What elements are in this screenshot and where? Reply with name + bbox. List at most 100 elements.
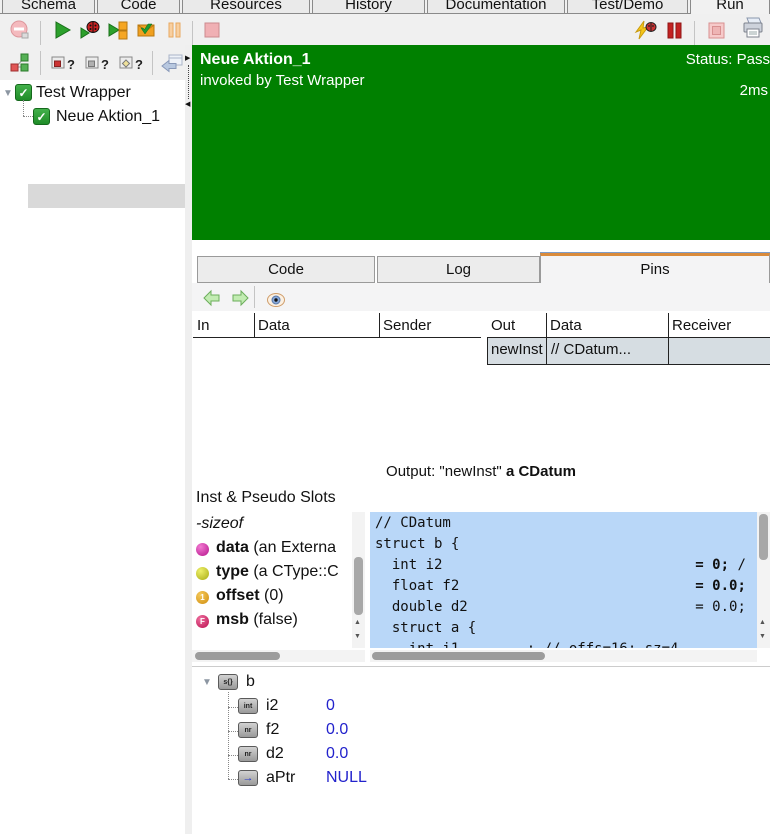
data-slot-icon: [196, 543, 209, 556]
schema-blocks-icon[interactable]: [8, 51, 32, 75]
debug-icon[interactable]: [78, 18, 102, 42]
svg-text:?: ?: [101, 57, 109, 72]
var-root-name[interactable]: b: [246, 673, 255, 691]
expander-down-icon[interactable]: ▼: [202, 678, 212, 688]
prev-pin-icon[interactable]: [200, 286, 224, 310]
status-subtitle: invoked by Test Wrapper: [200, 72, 365, 89]
stop-icon[interactable]: [200, 18, 224, 42]
expander-down-icon[interactable]: ▼: [3, 89, 13, 99]
code-selection[interactable]: // CDatum struct b { int i2 = 0; / float …: [370, 512, 757, 648]
slot-item-sizeof[interactable]: -sizeof: [196, 515, 243, 533]
in-table-header-data: Data: [258, 316, 290, 334]
tab-code-view[interactable]: Code: [197, 256, 375, 283]
var-value[interactable]: 0.0: [326, 745, 348, 763]
output-type: a CDatum: [505, 463, 576, 480]
tab-history[interactable]: History: [312, 0, 425, 14]
in-table-header-in: In: [197, 316, 210, 334]
slot-detail: (0): [259, 587, 284, 604]
splitter-expand-icon[interactable]: ▶: [185, 55, 190, 62]
svg-text:?: ?: [135, 57, 143, 72]
disable-icon[interactable]: [8, 18, 32, 42]
tab-log-view[interactable]: Log: [377, 256, 540, 283]
watch-eye-icon[interactable]: [264, 288, 288, 312]
out-table-row-newinst[interactable]: newInst // CDatum...: [487, 338, 770, 365]
slot-detail: (an Externa: [248, 539, 337, 556]
query-gray-icon[interactable]: ?: [84, 51, 112, 75]
code-hscrollbar[interactable]: [370, 650, 757, 662]
number-type-icon: nr: [238, 746, 258, 762]
scroll-down-icon[interactable]: ▼: [759, 632, 766, 641]
int-type-icon: int: [238, 698, 258, 714]
slots-hscrollbar[interactable]: [192, 650, 365, 662]
out-table-header-out: Out: [491, 316, 516, 334]
slot-name: offset: [216, 587, 260, 604]
tree-item-neue-aktion[interactable]: Neue Aktion_1: [56, 108, 160, 126]
number-type-icon: nr: [238, 722, 258, 738]
code-hscroll-thumb[interactable]: [372, 652, 545, 660]
pause-icon[interactable]: [162, 18, 186, 42]
tab-resources[interactable]: Resources: [182, 0, 310, 14]
step-icon[interactable]: [106, 18, 130, 42]
back-window-icon[interactable]: [160, 51, 184, 75]
var-name[interactable]: d2: [266, 745, 284, 763]
splitter-collapse-icon[interactable]: ◀: [185, 101, 190, 108]
output-prefix: Output: "newInst": [386, 463, 506, 480]
tab-schema[interactable]: Schema: [2, 0, 95, 14]
print-icon[interactable]: [740, 16, 764, 40]
code-panel: // CDatum struct b { int i2 = 0; / float …: [370, 512, 770, 662]
msb-slot-icon: F: [196, 615, 209, 628]
tree-item-test-wrapper[interactable]: Test Wrapper: [36, 84, 131, 102]
slots-panel-title: Inst & Pseudo Slots: [196, 489, 336, 506]
root-checkbox[interactable]: ✓: [15, 84, 32, 101]
out-cell-name: newInst: [491, 341, 543, 358]
child-checkbox[interactable]: ✓: [33, 108, 50, 125]
pointer-type-icon: →: [238, 770, 258, 786]
output-line: Output: "newInst" a CDatum: [192, 463, 770, 480]
code-vscrollbar[interactable]: ▲ ▼: [757, 512, 770, 648]
run-icon[interactable]: [50, 18, 74, 42]
var-value[interactable]: NULL: [326, 769, 367, 787]
tab-code[interactable]: Code: [97, 0, 180, 14]
status-badge: Status: Pass: [685, 51, 770, 68]
verify-mail-icon[interactable]: [134, 18, 158, 42]
slot-detail: (a CType::C: [248, 563, 339, 580]
code-vscroll-thumb[interactable]: [759, 514, 768, 560]
pause-active-icon[interactable]: [662, 18, 686, 42]
var-value[interactable]: 0.0: [326, 721, 348, 739]
slots-hscroll-thumb[interactable]: [195, 652, 280, 660]
test-tree-panel: ▼ ✓ Test Wrapper ✓ Neue Aktion_1: [0, 80, 185, 834]
in-table-body[interactable]: [193, 338, 481, 452]
scroll-up-icon[interactable]: ▲: [759, 618, 766, 627]
section-divider: [192, 666, 770, 667]
status-panel: Neue Aktion_1 invoked by Test Wrapper St…: [192, 45, 770, 240]
var-name[interactable]: f2: [266, 721, 279, 739]
stop-outline-icon[interactable]: [704, 18, 728, 42]
struct-type-icon: s{}: [218, 674, 238, 690]
pins-toolbar: [192, 283, 770, 311]
out-table-header-data: Data: [550, 316, 582, 334]
var-value[interactable]: 0: [326, 697, 335, 715]
slots-vscroll-thumb[interactable]: [354, 557, 363, 615]
tree-selection-highlight: [28, 184, 185, 208]
query-red-icon[interactable]: ?: [50, 51, 78, 75]
out-table-header-receiver: Receiver: [672, 316, 732, 334]
var-name[interactable]: i2: [266, 697, 278, 715]
tab-pins-view[interactable]: Pins: [540, 253, 770, 283]
slots-vscrollbar[interactable]: ▲ ▼: [352, 512, 365, 648]
check-icon: ✓: [36, 109, 47, 124]
tab-documentation[interactable]: Documentation: [427, 0, 565, 14]
var-name[interactable]: aPtr: [266, 769, 295, 787]
flash-debug-icon[interactable]: [634, 18, 658, 42]
main-tab-bar: Schema Code Resources History Documentat…: [0, 0, 770, 14]
toolbar-secondary: ? ? ?: [0, 45, 192, 80]
scroll-up-icon[interactable]: ▲: [354, 618, 361, 627]
next-pin-icon[interactable]: [228, 286, 252, 310]
splitter-handle[interactable]: [188, 65, 189, 99]
scroll-down-icon[interactable]: ▼: [354, 632, 361, 641]
tab-test-demo[interactable]: Test/Demo: [567, 0, 688, 14]
in-table-header-sender: Sender: [383, 316, 432, 334]
tab-run[interactable]: Run: [690, 0, 770, 14]
query-diamond-icon[interactable]: ?: [118, 51, 146, 75]
check-icon: ✓: [18, 85, 29, 100]
panel-splitter[interactable]: ▶ ◀: [185, 45, 192, 834]
